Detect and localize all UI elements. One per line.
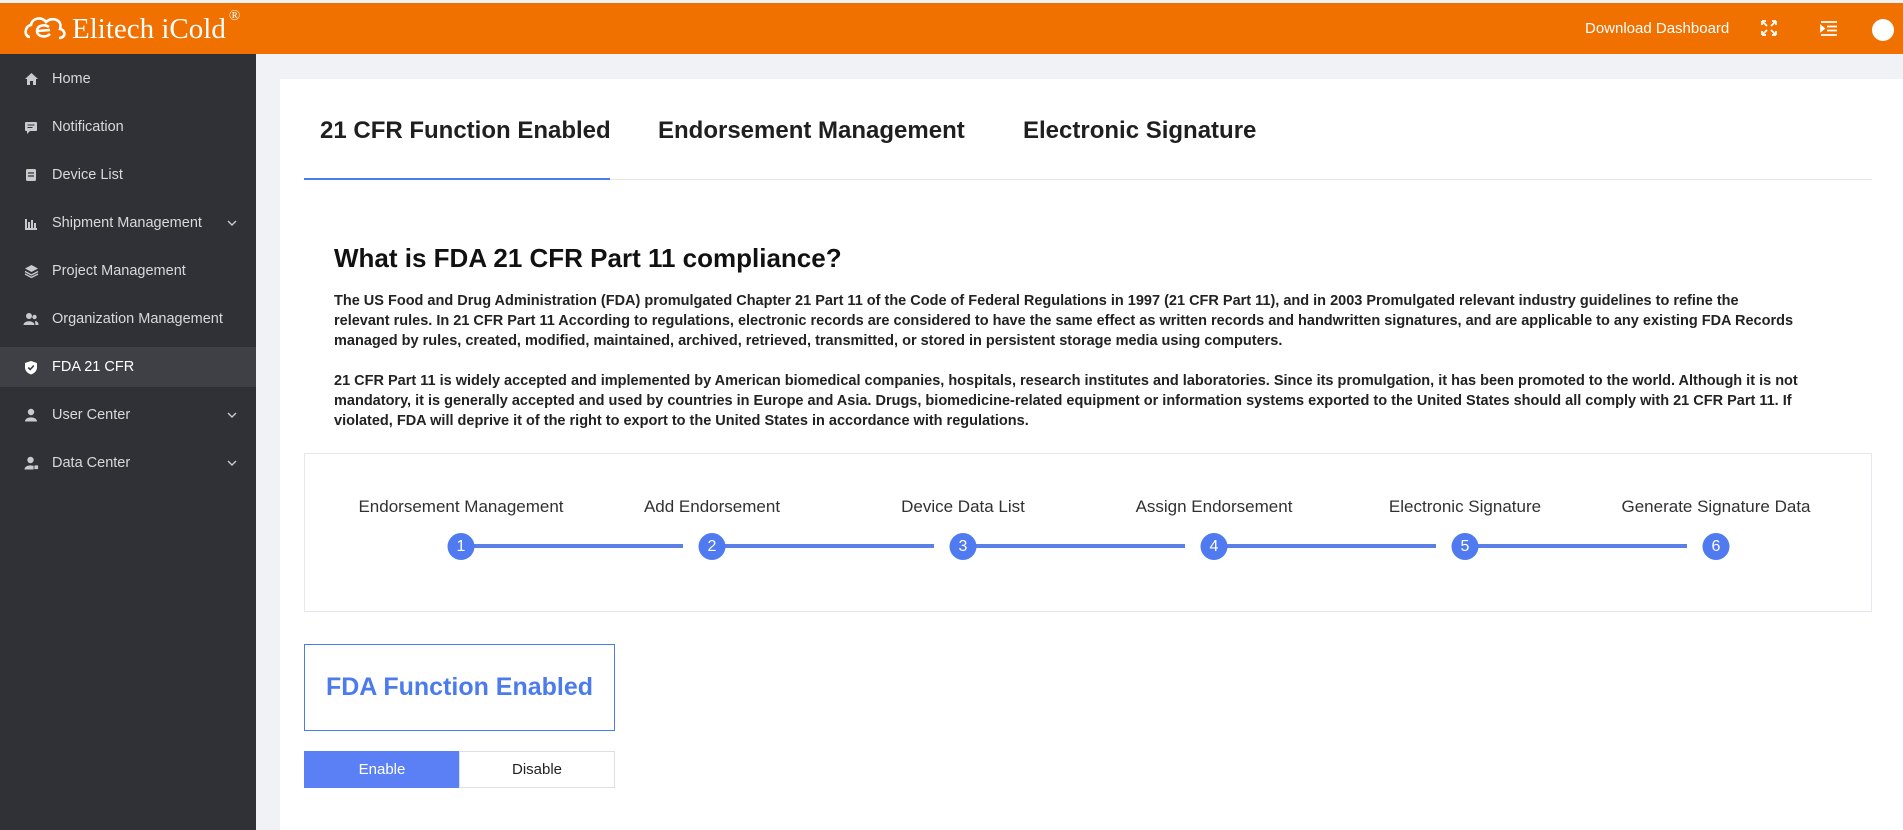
- layers-icon: [23, 263, 39, 279]
- chevron-down-icon: [226, 409, 238, 421]
- brand-logo-area[interactable]: Elitech iCold ®: [22, 8, 240, 45]
- chevron-down-icon: [226, 457, 238, 469]
- avatar[interactable]: [1872, 19, 1894, 41]
- step-number: 1: [447, 533, 475, 560]
- sidebar-item-shipment-management[interactable]: Shipment Management: [0, 203, 256, 243]
- download-dashboard-link[interactable]: Download Dashboard: [1585, 20, 1729, 37]
- disable-button[interactable]: Disable: [459, 751, 615, 788]
- paragraph-line: 21 CFR Part 11 is widely accepted and im…: [334, 373, 1798, 389]
- sidebar-item-label: Project Management: [52, 263, 186, 279]
- sidebar-item-label: Shipment Management: [52, 215, 202, 231]
- sidebar-item-home[interactable]: Home: [0, 59, 256, 99]
- paragraph-line: violated, FDA will deprive it of the rig…: [334, 413, 1029, 429]
- paragraph-line: The US Food and Drug Administration (FDA…: [334, 293, 1739, 309]
- step-number: 2: [698, 533, 726, 560]
- fda-function-status: FDA Function Enabled: [304, 644, 615, 731]
- menu-list-icon[interactable]: [1818, 17, 1840, 39]
- section-title: What is FDA 21 CFR Part 11 compliance?: [334, 243, 842, 273]
- intro-paragraph-1: The US Food and Drug Administration (FDA…: [334, 291, 1874, 351]
- tab-21-cfr-function-enabled[interactable]: 21 CFR Function Enabled: [320, 117, 611, 145]
- device-icon: [23, 167, 39, 183]
- step-number: 3: [949, 533, 977, 560]
- sidebar-item-data-center[interactable]: Data Center: [0, 443, 256, 483]
- registered-mark: ®: [228, 7, 241, 24]
- step-number: 5: [1451, 533, 1479, 560]
- tab-electronic-signature[interactable]: Electronic Signature: [1023, 117, 1256, 145]
- sidebar-item-label: Organization Management: [52, 311, 223, 327]
- paragraph-line: relevant rules. In 21 CFR Part 11 Accord…: [334, 313, 1794, 329]
- sidebar-item-label: Notification: [52, 119, 124, 135]
- step-connector: [1466, 544, 1687, 548]
- home-icon: [23, 71, 39, 87]
- paragraph-line: managed by rules, created, modified, mai…: [334, 333, 1283, 349]
- sidebar-item-user-center[interactable]: User Center: [0, 395, 256, 435]
- sidebar-item-organization-management[interactable]: Organization Management: [0, 299, 256, 339]
- intro-paragraph-2: 21 CFR Part 11 is widely accepted and im…: [334, 371, 1874, 431]
- paragraph-line: mandatory, it is generally accepted and …: [334, 393, 1792, 409]
- data-user-icon: [23, 455, 39, 471]
- step-label: Generate Signature Data: [1621, 497, 1811, 516]
- fullscreen-icon[interactable]: [1758, 17, 1780, 39]
- step-connector: [713, 544, 934, 548]
- tab-bar: 21 CFR Function Enabled Endorsement Mana…: [304, 79, 1872, 180]
- chevron-down-icon: [226, 217, 238, 229]
- step-label: Assign Endorsement: [1135, 497, 1293, 516]
- main-content-card: 21 CFR Function Enabled Endorsement Mana…: [280, 79, 1903, 830]
- active-tab-indicator: [304, 178, 610, 180]
- group-icon: [23, 311, 39, 327]
- sidebar-item-label: Data Center: [52, 455, 131, 471]
- step-label: Device Data List: [901, 497, 1025, 516]
- sidebar-item-label: Home: [52, 71, 91, 87]
- step-label: Endorsement Management: [358, 497, 564, 516]
- shield-icon: [23, 359, 39, 375]
- step-connector: [964, 544, 1185, 548]
- top-header: Elitech iCold ® Download Dashboard: [0, 3, 1903, 54]
- notification-icon: [23, 119, 39, 135]
- sidebar-item-project-management[interactable]: Project Management: [0, 251, 256, 291]
- user-icon: [23, 407, 39, 423]
- step-label: Add Endorsement: [643, 497, 781, 516]
- sidebar-item-label: User Center: [52, 407, 131, 423]
- sidebar-item-label: Device List: [52, 167, 123, 183]
- step-number: 4: [1200, 533, 1228, 560]
- process-steps: Endorsement Management Add Endorsement D…: [304, 453, 1872, 612]
- shipment-icon: [23, 215, 39, 231]
- tab-endorsement-management[interactable]: Endorsement Management: [658, 117, 965, 145]
- brand-name: Elitech iCold: [72, 12, 226, 45]
- step-connector: [462, 544, 683, 548]
- sidebar: Home Notification Device List Shipment M…: [0, 54, 256, 830]
- sidebar-item-label: FDA 21 CFR: [52, 359, 135, 375]
- sidebar-item-device-list[interactable]: Device List: [0, 155, 256, 195]
- sidebar-item-notification[interactable]: Notification: [0, 107, 256, 147]
- elitech-logo-icon: [24, 17, 66, 40]
- sidebar-item-fda-21-cfr[interactable]: FDA 21 CFR: [0, 347, 256, 387]
- step-label: Electronic Signature: [1388, 497, 1542, 516]
- step-connector: [1215, 544, 1436, 548]
- step-number: 6: [1702, 533, 1730, 560]
- fda-function-label: FDA Function Enabled: [325, 673, 594, 701]
- enable-button[interactable]: Enable: [304, 751, 460, 788]
